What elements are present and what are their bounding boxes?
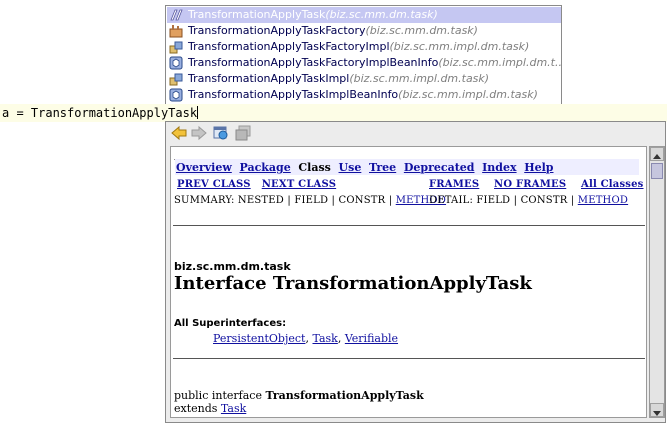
completion-name: TransformationApplyTask <box>188 8 326 21</box>
javadoc-toolbar <box>166 122 665 145</box>
javadoc-content[interactable]: _ Overview Package Class Use Tree Deprec… <box>170 146 647 418</box>
superinterface-link[interactable]: Task <box>312 332 337 345</box>
editor-code-text[interactable]: a = TransformationApplyTask <box>2 106 199 120</box>
completion-item-label: TransformationApplyTaskFactory(biz.sc.mm… <box>188 24 478 37</box>
extends-label: extends <box>174 402 221 415</box>
forward-arrow-icon[interactable] <box>190 125 208 141</box>
completion-name: TransformationApplyTaskImplBeanInfo <box>188 88 399 101</box>
beaninfo-icon <box>169 88 183 102</box>
scroll-up-button[interactable] <box>650 147 664 161</box>
javadoc-popup: _ Overview Package Class Use Tree Deprec… <box>165 121 666 423</box>
superinterface-link[interactable]: PersistentObject <box>213 332 305 345</box>
decl-name: TransformationApplyTask <box>265 389 424 402</box>
extends-link[interactable]: Task <box>221 402 246 415</box>
nav-index-link[interactable]: Index <box>482 161 516 174</box>
completion-package: (biz.sc.mm.impl.dm.task) <box>349 72 490 85</box>
completion-item[interactable]: TransformationApplyTask(biz.sc.mm.dm.tas… <box>167 7 561 23</box>
editor-code: a = TransformationApplyTask <box>2 106 198 120</box>
all-classes-link[interactable]: All Classes <box>581 179 644 190</box>
completion-item-label: TransformationApplyTaskImpl(biz.sc.mm.im… <box>188 72 489 85</box>
summary-line: SUMMARY: NESTED | FIELD | CONSTR | METHO… <box>174 195 446 206</box>
nav-deprecated-link[interactable]: Deprecated <box>404 161 475 174</box>
completion-item[interactable]: TransformationApplyTaskImpl(biz.sc.mm.im… <box>167 71 561 87</box>
nav-overview-link[interactable]: Overview <box>176 161 232 174</box>
nav-use-link[interactable]: Use <box>339 161 362 174</box>
prev-class-link[interactable]: PREV CLASS <box>177 179 251 190</box>
completion-name: TransformationApplyTaskFactoryImplBeanIn… <box>188 56 439 69</box>
text-caret <box>197 106 199 119</box>
completion-item-label: TransformationApplyTaskFactoryImplBeanIn… <box>188 56 561 69</box>
next-class-link[interactable]: NEXT CLASS <box>262 179 336 190</box>
back-arrow-icon[interactable] <box>170 125 188 141</box>
completion-package: (biz.sc.mm.dm.task) <box>325 8 438 21</box>
class-icon <box>169 40 183 54</box>
class-icon <box>169 72 183 86</box>
code-completion-popup: TransformationApplyTask(biz.sc.mm.dm.tas… <box>165 5 562 105</box>
navbar-top: Overview Package Class Use Tree Deprecat… <box>176 161 554 174</box>
superinterface-link[interactable]: Verifiable <box>345 332 398 345</box>
nav-class-label: Class <box>298 161 331 174</box>
no-frames-link[interactable]: NO FRAMES <box>494 179 566 190</box>
completion-item[interactable]: TransformationApplyTaskFactoryImpl(biz.s… <box>167 39 561 55</box>
completion-package: (biz.sc.mm.impl.dm.task) <box>398 88 538 101</box>
superinterfaces-list: PersistentObject, Task, Verifiable <box>213 332 399 345</box>
nav-help-link[interactable]: Help <box>524 161 553 174</box>
frames-nav: FRAMES NO FRAMES All Classes <box>429 179 644 190</box>
detail-line: DETAIL: FIELD | CONSTR | METHOD <box>429 195 628 206</box>
completion-item-label: TransformationApplyTaskImplBeanInfo(biz.… <box>188 88 538 101</box>
completion-item-label: TransformationApplyTaskFactoryImpl(biz.s… <box>188 40 529 53</box>
scroll-down-button[interactable] <box>650 403 664 417</box>
prev-next-nav: PREV CLASS NEXT CLASS <box>177 179 336 190</box>
beaninfo-icon <box>169 56 183 70</box>
page-title: Interface TransformationApplyTask <box>174 273 532 294</box>
completion-package: (biz.sc.mm.impl.dm.task) <box>389 40 530 53</box>
summary-prefix: SUMMARY: NESTED | FIELD | CONSTR | <box>174 195 396 206</box>
frames-link[interactable]: FRAMES <box>429 179 479 190</box>
completion-item[interactable]: TransformationApplyTaskFactory(biz.sc.mm… <box>167 23 561 39</box>
open-in-browser-icon[interactable] <box>212 125 230 141</box>
completion-item[interactable]: TransformationApplyTaskImplBeanInfo(biz.… <box>167 87 561 103</box>
nav-tree-link[interactable]: Tree <box>369 161 396 174</box>
show-source-icon[interactable] <box>234 125 252 141</box>
package-name: biz.sc.mm.dm.task <box>174 260 291 273</box>
superinterfaces-label: All Superinterfaces: <box>174 318 287 329</box>
divider-2 <box>173 358 645 359</box>
declaration-line: public interface TransformationApplyTask <box>174 389 424 402</box>
extends-line: extends Task <box>174 402 246 415</box>
completion-name: TransformationApplyTaskImpl <box>188 72 350 85</box>
detail-prefix: DETAIL: FIELD | CONSTR | <box>429 195 578 206</box>
completion-package: (biz.sc.mm.impl.dm.t... <box>438 56 561 69</box>
decl-prefix: public interface <box>174 389 266 402</box>
completion-name: TransformationApplyTaskFactory <box>188 24 366 37</box>
factory-icon <box>169 24 183 38</box>
scroll-thumb[interactable] <box>651 163 663 179</box>
completion-item[interactable]: TransformationApplyTaskFactoryImplBeanIn… <box>167 55 561 71</box>
nav-package-link[interactable]: Package <box>239 161 290 174</box>
interface-icon <box>169 8 183 22</box>
completion-name: TransformationApplyTaskFactoryImpl <box>188 40 390 53</box>
completion-item-label: TransformationApplyTask(biz.sc.mm.dm.tas… <box>188 8 438 21</box>
divider-1 <box>173 225 645 226</box>
vertical-scrollbar[interactable] <box>649 146 665 418</box>
completion-package: (biz.sc.mm.dm.task) <box>365 24 478 37</box>
editor-current-line[interactable]: a = TransformationApplyTask <box>0 104 667 122</box>
detail-method-link[interactable]: METHOD <box>578 195 628 206</box>
